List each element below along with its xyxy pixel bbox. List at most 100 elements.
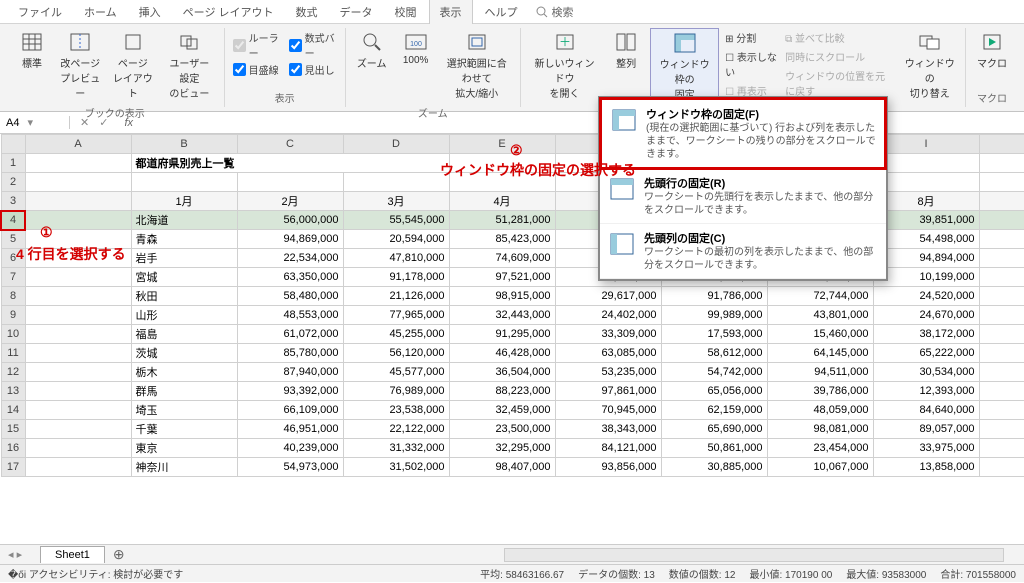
- accessibility-status[interactable]: �ői アクセシビリティ: 検討が必要です: [8, 566, 183, 581]
- data-cell: 81,677,000: [979, 401, 1024, 420]
- freeze-icon: [674, 33, 696, 53]
- tab-insert[interactable]: 挿入: [129, 0, 171, 24]
- cancel-icon[interactable]: ✕: [80, 116, 89, 129]
- data-cell: 98,081,000: [767, 420, 873, 439]
- data-cell: 22,122,000: [343, 420, 449, 439]
- row-header[interactable]: 3: [1, 192, 25, 211]
- table-row[interactable]: 8秋田58,480,00021,126,00098,915,00029,617,…: [1, 287, 1024, 306]
- data-cell: 85,780,000: [237, 344, 343, 363]
- tab-help[interactable]: ヘルプ: [475, 0, 528, 24]
- row-header[interactable]: 4: [1, 211, 25, 230]
- view-pagelayout-button[interactable]: ページ レイアウト: [109, 28, 158, 103]
- col-header[interactable]: E: [449, 135, 555, 154]
- tab-file[interactable]: ファイル: [8, 0, 72, 24]
- tab-data[interactable]: データ: [330, 0, 383, 24]
- chk-headings[interactable]: 見出し: [289, 62, 337, 77]
- view-normal-button[interactable]: 標準: [12, 28, 52, 73]
- data-cell: 20,594,000: [343, 230, 449, 249]
- data-cell: 24,670,000: [873, 306, 979, 325]
- row-header[interactable]: 11: [1, 344, 25, 363]
- row-header[interactable]: 1: [1, 154, 25, 173]
- hide-button[interactable]: ☐ 表示しない: [725, 49, 777, 79]
- arrange-button[interactable]: 整列: [606, 28, 646, 73]
- data-cell: 32,295,000: [449, 439, 555, 458]
- status-numcount: 数値の個数: 12: [669, 566, 736, 581]
- group-label-zoom: ズーム: [418, 103, 448, 122]
- row-header[interactable]: 6: [1, 249, 25, 268]
- macros-button[interactable]: マクロ: [972, 28, 1012, 73]
- col-header[interactable]: I: [873, 135, 979, 154]
- fx-icon[interactable]: fx: [118, 117, 139, 129]
- freeze-top-row-item[interactable]: 先頭行の固定(R)ワークシートの先頭行を表示したままで、他の部分をスクロールでき…: [600, 169, 886, 224]
- switch-window-button[interactable]: ウィンドウの 切り替え: [901, 28, 960, 103]
- freeze-panes-item[interactable]: ウィンドウ枠の固定(F)(現在の選択範囲に基づいて) 行および列を表示したままで…: [599, 97, 887, 170]
- data-cell: 38,343,000: [555, 420, 661, 439]
- col-header[interactable]: D: [343, 135, 449, 154]
- table-row[interactable]: 16東京40,239,00031,332,00032,295,00084,121…: [1, 439, 1024, 458]
- name-box[interactable]: A4▾: [0, 116, 70, 129]
- row-header[interactable]: 14: [1, 401, 25, 420]
- new-sheet-button[interactable]: ⊕: [113, 546, 125, 563]
- table-row[interactable]: 10福島61,072,00045,255,00091,295,00033,309…: [1, 325, 1024, 344]
- row-header[interactable]: 12: [1, 363, 25, 382]
- row-header[interactable]: 2: [1, 173, 25, 192]
- table-row[interactable]: 12栃木87,940,00045,577,00036,504,00053,235…: [1, 363, 1024, 382]
- side-by-side-button[interactable]: ⧉ 並べて比較: [785, 30, 894, 45]
- view-custom-button[interactable]: ユーザー設定 のビュー: [161, 28, 218, 103]
- freeze-panes-menu: ウィンドウ枠の固定(F)(現在の選択範囲に基づいて) 行および列を表示したままで…: [598, 96, 888, 281]
- group-label-show: 表示: [275, 88, 295, 107]
- view-pagebreak-button[interactable]: 改ページ プレビュー: [56, 28, 105, 103]
- data-cell: 93,856,000: [555, 458, 661, 477]
- month-header: 1月: [131, 192, 237, 211]
- row-header[interactable]: 15: [1, 420, 25, 439]
- month-header: 2月: [237, 192, 343, 211]
- table-row[interactable]: 17神奈川54,973,00031,502,00098,407,00093,85…: [1, 458, 1024, 477]
- row-header[interactable]: 13: [1, 382, 25, 401]
- zoom-button[interactable]: ズーム: [352, 28, 392, 73]
- split-button[interactable]: ⊞ 分割: [725, 30, 777, 45]
- tab-review[interactable]: 校閲: [385, 0, 427, 24]
- tab-view[interactable]: 表示: [429, 0, 473, 24]
- data-cell: 23,454,000: [767, 439, 873, 458]
- table-row[interactable]: 15千葉46,951,00022,122,00023,500,00038,343…: [1, 420, 1024, 439]
- prefecture-cell: 福島: [131, 325, 237, 344]
- chk-formulabar[interactable]: 数式バー: [289, 30, 337, 60]
- data-cell: 21,126,000: [343, 287, 449, 306]
- select-all-cell[interactable]: [1, 135, 25, 154]
- data-cell: 47,920,000: [979, 325, 1024, 344]
- tab-formulas[interactable]: 数式: [286, 0, 328, 24]
- col-header[interactable]: A: [25, 135, 131, 154]
- row-header[interactable]: 5: [1, 230, 25, 249]
- col-header[interactable]: B: [131, 135, 237, 154]
- enter-icon[interactable]: ✓: [99, 116, 108, 129]
- col-header[interactable]: C: [237, 135, 343, 154]
- horizontal-scrollbar[interactable]: [504, 548, 1004, 562]
- new-window-button[interactable]: ＋新しいウィンドウ を開く: [527, 28, 602, 103]
- table-row[interactable]: 13群馬93,392,00076,989,00088,223,00097,861…: [1, 382, 1024, 401]
- zoom-100-button[interactable]: 100100%: [396, 28, 436, 69]
- prefecture-cell: 千葉: [131, 420, 237, 439]
- table-row[interactable]: 9山形48,553,00077,965,00032,443,00024,402,…: [1, 306, 1024, 325]
- data-cell: 24,520,000: [873, 287, 979, 306]
- col-header[interactable]: J: [979, 135, 1024, 154]
- data-cell: 94,869,000: [237, 230, 343, 249]
- freeze-first-col-item[interactable]: 先頭列の固定(C)ワークシートの最初の列を表示したままで、他の部分をスクロールで…: [600, 224, 886, 279]
- row-header[interactable]: 8: [1, 287, 25, 306]
- tab-home[interactable]: ホーム: [74, 0, 127, 24]
- row-header[interactable]: 17: [1, 458, 25, 477]
- freeze-row-icon: [610, 178, 634, 200]
- row-header[interactable]: 7: [1, 268, 25, 287]
- table-row[interactable]: 14埼玉66,109,00023,538,00032,459,00070,945…: [1, 401, 1024, 420]
- row-header[interactable]: 9: [1, 306, 25, 325]
- prefecture-cell: 山形: [131, 306, 237, 325]
- row-header[interactable]: 16: [1, 439, 25, 458]
- zoom-selection-button[interactable]: 選択範囲に合わせて 拡大/縮小: [440, 28, 514, 103]
- tab-pagelayout[interactable]: ページ レイアウト: [173, 0, 284, 24]
- chk-ruler[interactable]: ルーラー: [233, 30, 281, 60]
- data-cell: 52,716,000: [979, 249, 1024, 268]
- chk-gridlines[interactable]: 目盛線: [233, 62, 281, 77]
- sheet-tab[interactable]: Sheet1: [40, 546, 105, 563]
- search-box[interactable]: 検索: [536, 4, 574, 20]
- table-row[interactable]: 11茨城85,780,00056,120,00046,428,00063,085…: [1, 344, 1024, 363]
- row-header[interactable]: 10: [1, 325, 25, 344]
